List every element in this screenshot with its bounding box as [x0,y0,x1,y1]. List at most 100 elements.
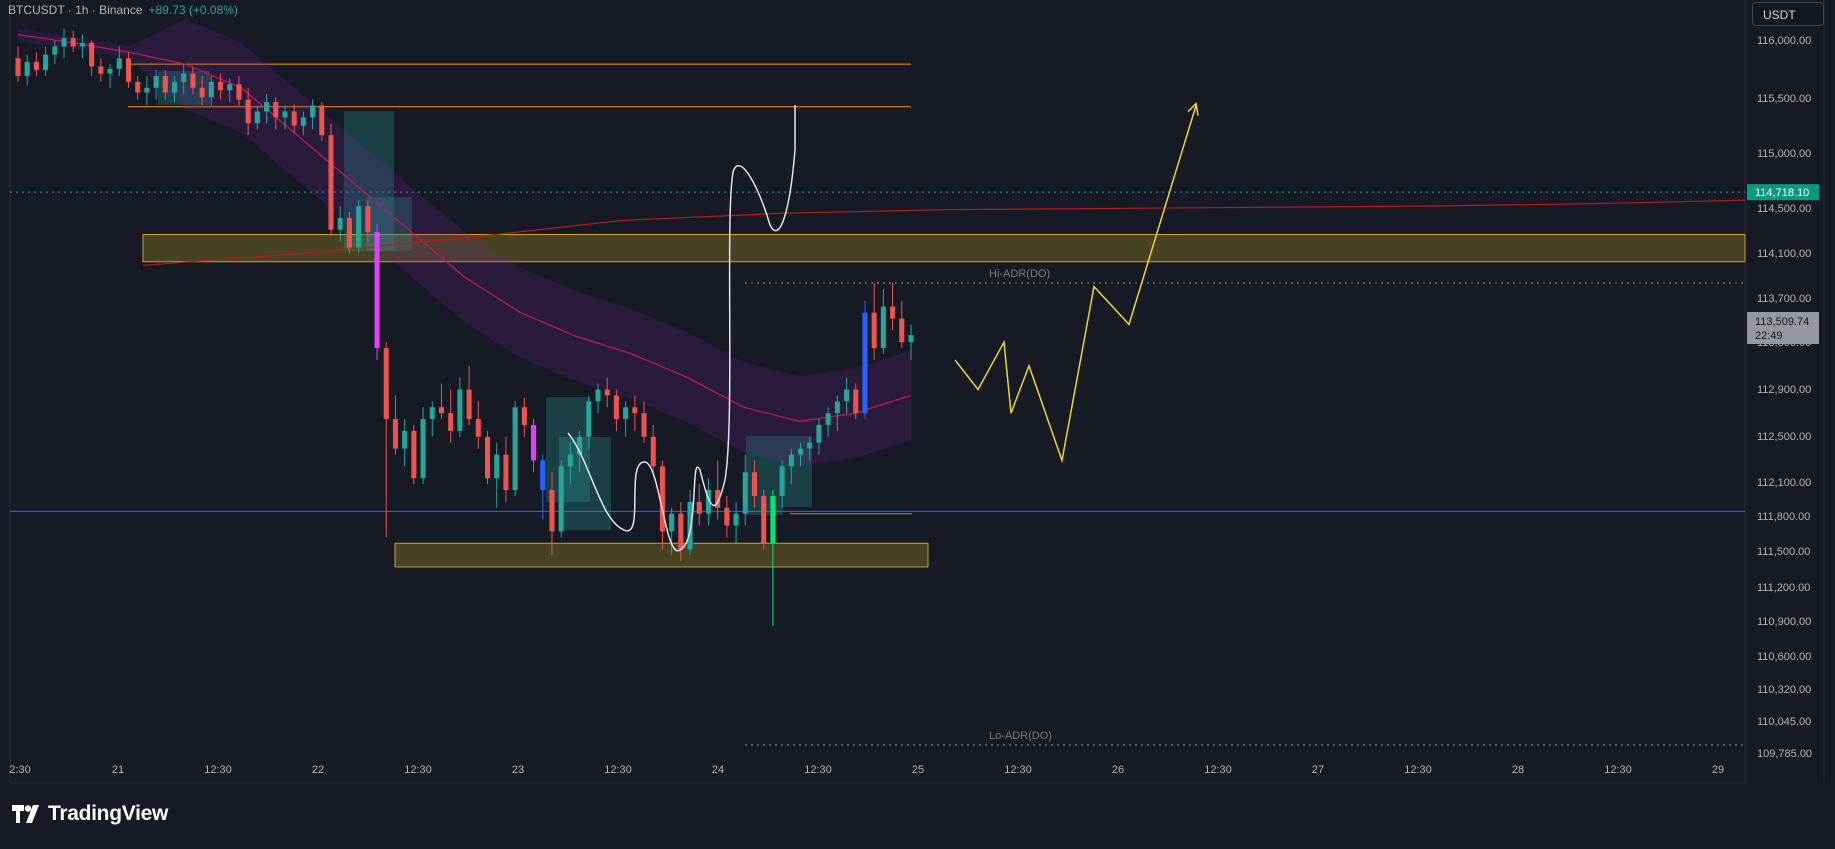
price-tick-label: 112,500.00 [1757,431,1811,443]
tradingview-logo-icon [12,805,39,823]
price-tick-label: 111,200.00 [1757,582,1810,594]
candle-body [328,135,334,230]
time-tick-label: 12:30 [1604,764,1632,776]
time-tick-label: 26 [1112,764,1124,776]
time-tick-label: 27 [1312,764,1324,776]
candle-body [245,99,251,124]
candle-body [227,84,233,91]
chart-area[interactable]: Hi-ADR(DO) Lo-ADR(DO) 116,000.00 115,500.0… [0,0,1835,844]
footer-bg [0,783,1835,844]
candle-body [512,407,518,491]
time-tick-label: 22 [312,764,324,776]
price-tick-label: 110,600.00 [1757,651,1811,663]
candle-body [521,407,527,425]
time-tick-label: 28 [1512,764,1524,776]
price-tick-label: 112,900.00 [1757,384,1811,396]
symbol-label[interactable]: BTCUSDT · 1h · Binance [8,3,143,17]
candle-body [788,454,794,467]
candle-body [678,513,684,550]
time-tick-label: 2:30 [9,764,30,776]
candle-body [402,430,408,449]
time-tick-label: 24 [712,764,724,776]
candle-body [282,111,288,118]
time-tick-label: 12:30 [404,764,432,776]
candle-body [392,419,398,449]
label-lo-adr-do-: Lo-ADR(DO) [989,730,1052,742]
time-tick-label: 12:30 [1004,764,1032,776]
candle-body [135,81,141,93]
candle-body [834,401,840,414]
candle-body [540,460,546,491]
time-tick-label: 12:30 [804,764,832,776]
zones [142,234,1746,568]
prior-close-label: 114,718.10 [1755,187,1809,199]
time-tick-label: 12:30 [604,764,632,776]
candle-body [89,42,95,67]
candle-body [816,424,822,443]
time-tick-label: 25 [912,764,924,776]
currency-button[interactable]: USDT [1752,2,1824,26]
candle-body [153,75,159,88]
candle-body [604,389,610,396]
candles [15,28,914,627]
candle-body [144,87,150,93]
candle-body [448,413,454,431]
candle-body [254,111,260,124]
candle-body [190,73,196,88]
candle-body [310,105,316,118]
time-tick-label: 23 [512,764,524,776]
candle-body [503,454,509,491]
price-tick-label: 112,100.00 [1757,477,1811,489]
candle-body [613,395,619,420]
current-price-label: 113,509.74 [1755,316,1809,328]
candle-body [466,389,472,420]
candle-body [641,413,647,437]
candle-body [208,81,214,98]
candle-body [300,117,306,126]
ema-line [17,33,912,423]
candle-body [650,436,656,467]
candle-body [61,38,67,47]
candle-body [162,75,168,93]
candle-body [586,401,592,437]
price-tick-label: 109,785.00 [1757,748,1812,760]
candle-body [770,495,776,544]
candle-body [374,232,380,349]
price-tick-label: 116,000.00 [1757,35,1811,47]
candle-body [346,217,352,248]
candle-body [356,206,362,248]
candle-body [862,312,868,414]
candle-body [899,318,905,343]
price-chart[interactable]: Hi-ADR(DO) Lo-ADR(DO) 116,000.00 115,500.0… [0,0,1835,844]
candle-body [107,68,113,74]
candle-body [531,424,537,461]
time-tick-label: 29 [1712,764,1724,776]
candle-body [15,58,21,76]
candle-body [420,419,426,479]
highlight-box [559,437,611,530]
candle-body [825,413,831,425]
price-tick-label: 110,900.00 [1757,616,1811,628]
symbol-header[interactable]: BTCUSDT · 1h · Binance +89.73 (+0.08%) [8,3,238,17]
candle-body [365,206,371,233]
candle-body [70,38,76,47]
candle-body [669,513,675,532]
candle-body [411,430,417,479]
price-tick-label: 114,500.00 [1757,203,1811,215]
candle-body [567,454,573,467]
price-tick-label: 114,100.00 [1757,248,1811,260]
label-hi-adr-do-: Hi-ADR(DO) [989,268,1050,280]
price-axis: 116,000.00 115,500.00 115,000.00 114,500.00… [1757,35,1812,760]
price-tick-label: 115,000.00 [1757,148,1811,160]
candle-body [33,61,39,71]
candle-body [264,102,270,112]
tradingview-logo[interactable]: TradingView [12,802,168,826]
candle-body [52,46,58,55]
candle-body [337,217,343,230]
candle-body [273,102,279,118]
candle-body [236,84,242,100]
candle-body [291,111,297,126]
candle-body [429,407,435,420]
candle-body [890,306,896,319]
candle-body [779,466,785,496]
